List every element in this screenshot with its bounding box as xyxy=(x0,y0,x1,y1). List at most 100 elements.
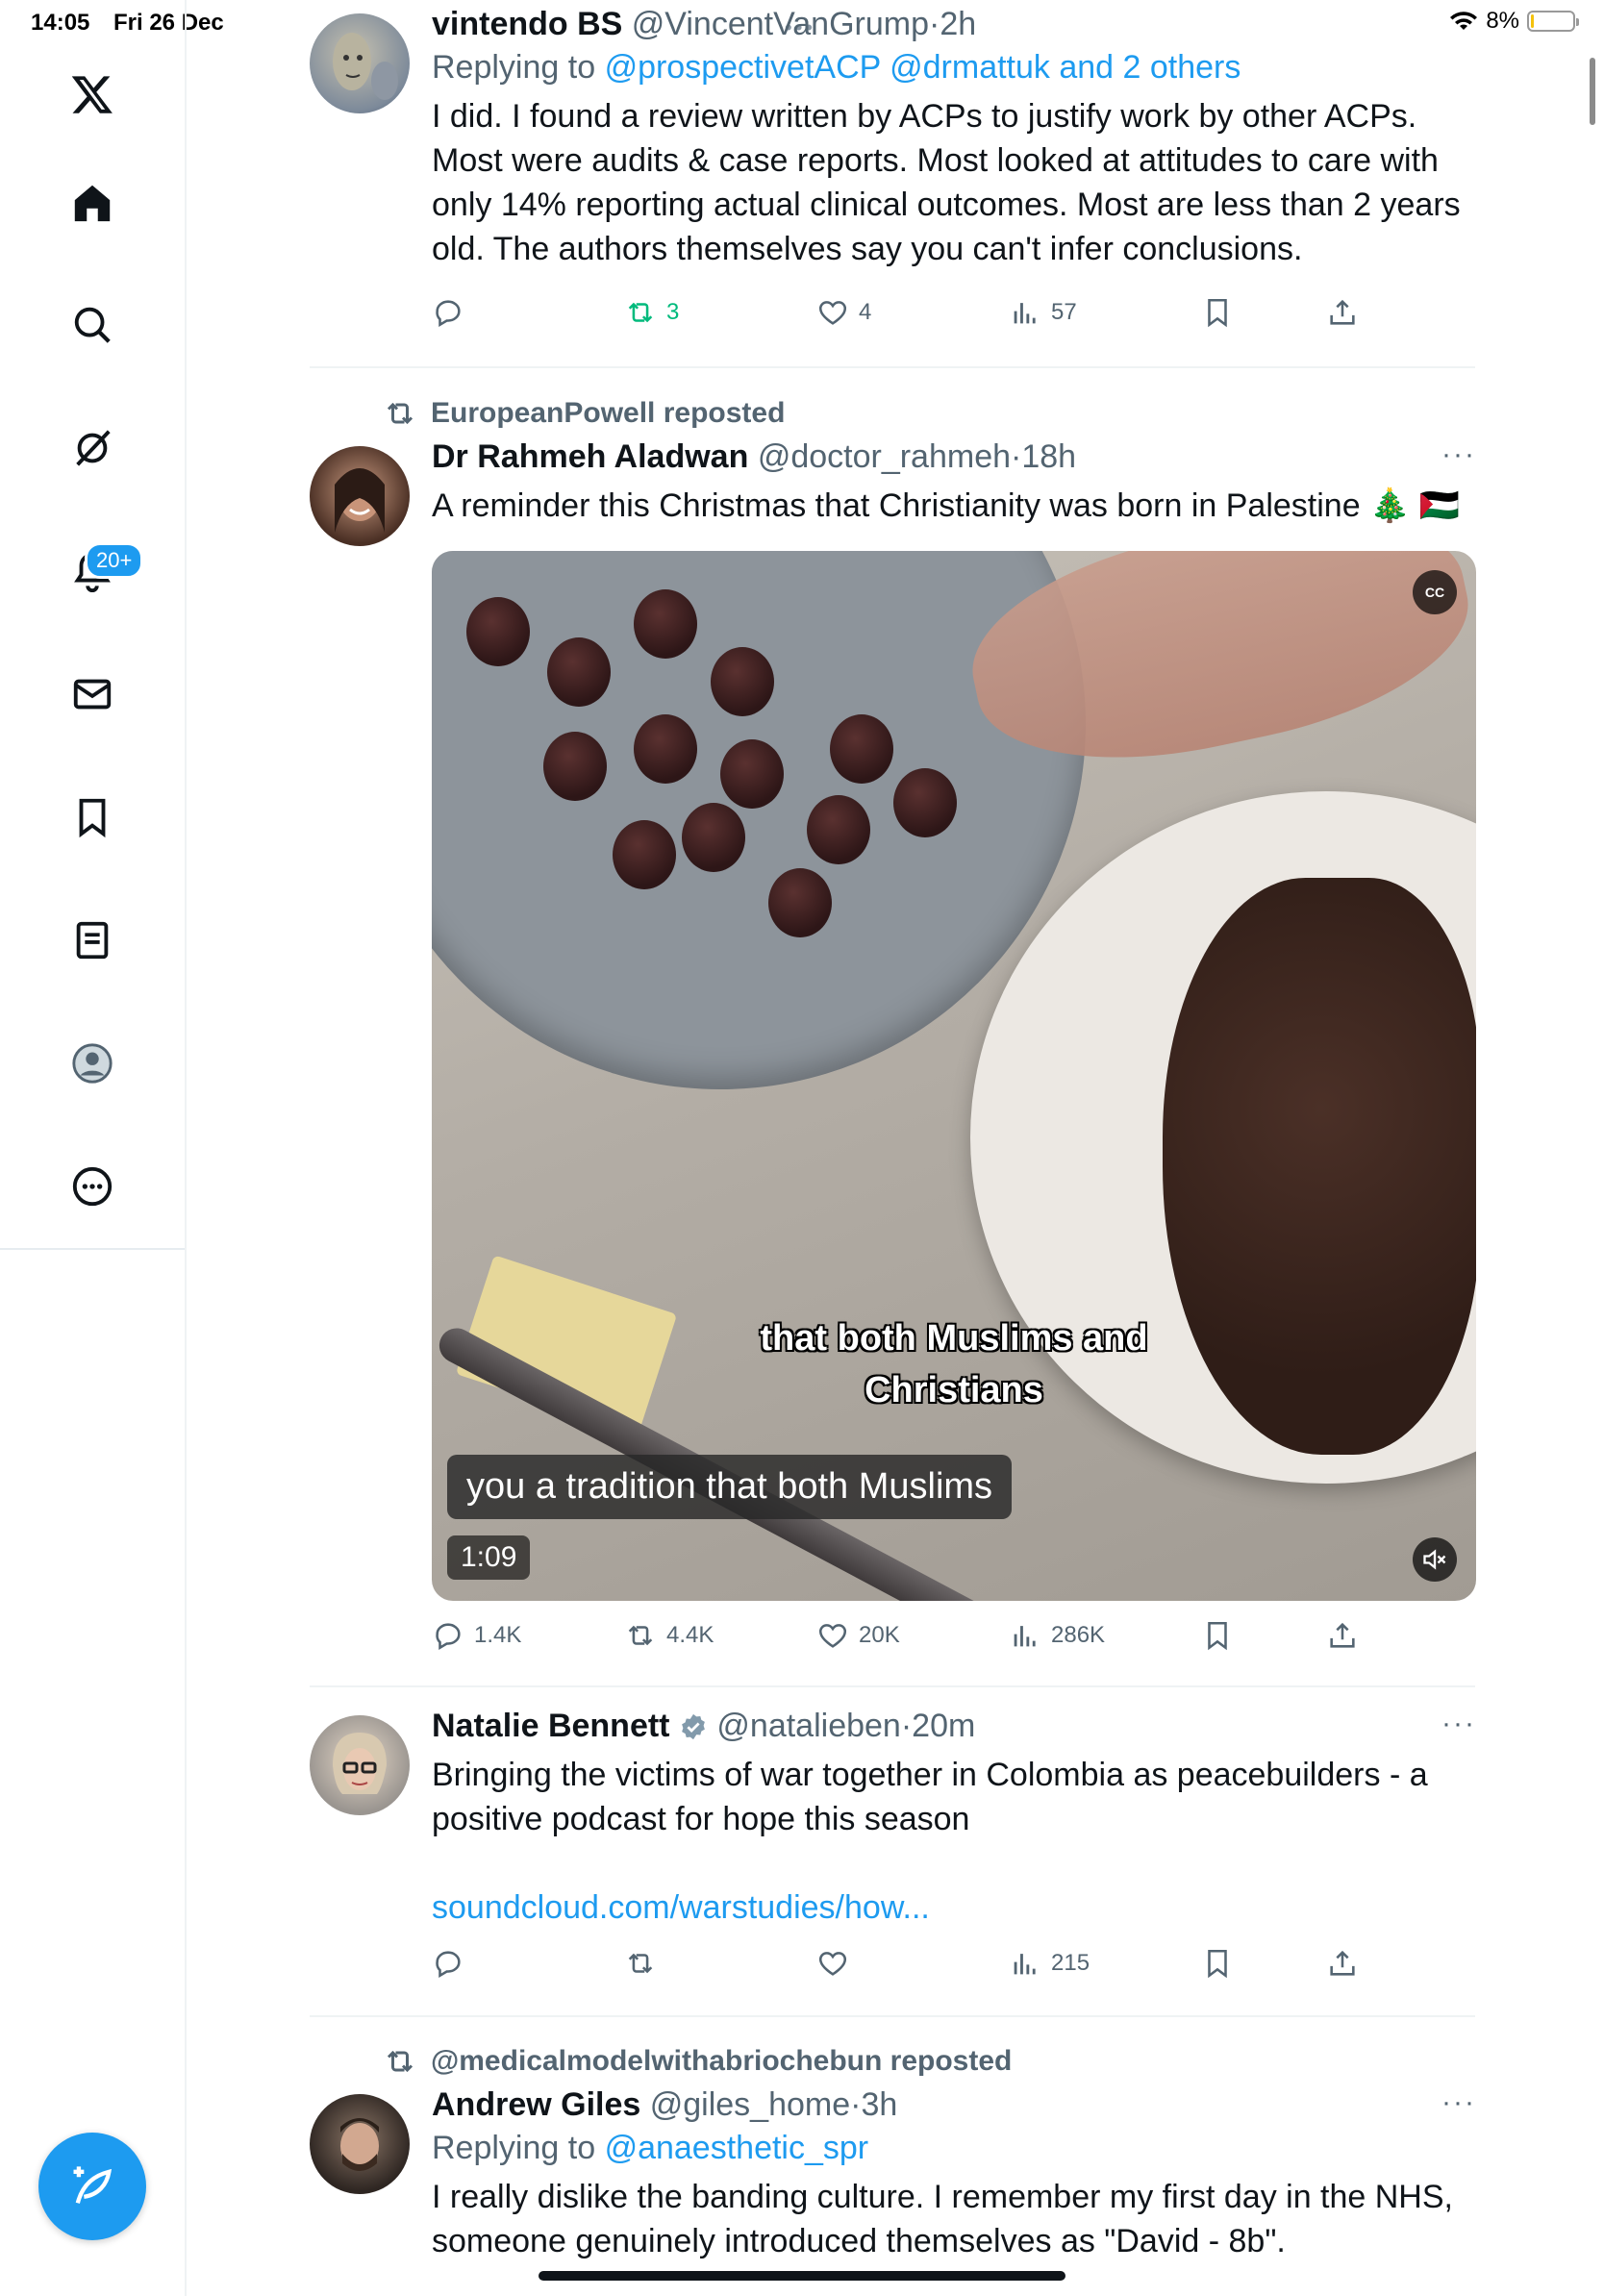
repost-by-label: EuropeanPowell reposted xyxy=(431,397,786,429)
share-button[interactable] xyxy=(1326,296,1359,329)
heart-icon xyxy=(818,301,847,325)
repost-count: 3 xyxy=(666,299,680,325)
compose-icon xyxy=(73,2166,113,2204)
reply-icon xyxy=(436,300,461,328)
repost-context[interactable]: @medicalmodelwithabriochebun reposted xyxy=(383,2044,1012,2079)
more-options-button[interactable]: ··· xyxy=(1441,1708,1476,1740)
post-time[interactable]: 3h xyxy=(861,2086,897,2123)
repost-by-label: @medicalmodelwithabriochebun reposted xyxy=(431,2045,1013,2077)
search-icon[interactable] xyxy=(58,290,127,360)
x-logo-icon[interactable] xyxy=(58,60,127,129)
bookmark-button[interactable] xyxy=(1201,296,1234,329)
separator: · xyxy=(1011,438,1022,475)
speaker-muted-icon xyxy=(1423,1549,1446,1570)
reply-to-link[interactable]: @prospectivetACP @drmattuk and 2 others xyxy=(605,49,1241,86)
home-icon[interactable] xyxy=(58,168,127,237)
repost-icon xyxy=(628,302,653,323)
list-icon[interactable] xyxy=(58,906,127,975)
mute-button[interactable] xyxy=(1413,1537,1457,1582)
profile-icon[interactable] xyxy=(58,1029,127,1098)
author-name[interactable]: vintendo BS xyxy=(432,6,622,42)
tweet-1[interactable]: vintendo BS @VincentVanGrump·2h Replying… xyxy=(432,6,1476,338)
like-button[interactable]: 20K xyxy=(816,1619,900,1652)
bookmark-icon[interactable] xyxy=(58,783,127,852)
share-icon xyxy=(1330,1622,1355,1648)
like-button[interactable] xyxy=(816,1947,859,1980)
author-handle[interactable]: @doctor_rahmeh xyxy=(758,438,1011,475)
views-button[interactable]: 215 xyxy=(1009,1947,1090,1980)
battery-percent: 8% xyxy=(1486,8,1519,34)
heart-icon xyxy=(818,1624,847,1648)
tweet-2[interactable]: Dr Rahmeh Aladwan @doctor_rahmeh·18h ···… xyxy=(432,438,1476,528)
divider xyxy=(310,1685,1475,1687)
video-duration: 1:09 xyxy=(447,1535,531,1580)
separator: · xyxy=(928,6,940,42)
bookmark-icon xyxy=(1208,298,1227,328)
views-button[interactable]: 57 xyxy=(1009,296,1077,329)
like-count: 20K xyxy=(859,1622,900,1648)
tweet-link[interactable]: soundcloud.com/warstudies/how... xyxy=(432,1885,1476,1930)
notification-badge: 20+ xyxy=(85,542,144,579)
avatar[interactable] xyxy=(310,13,410,113)
avatar[interactable] xyxy=(310,1715,410,1815)
sidebar-divider xyxy=(0,1248,185,1250)
reply-button[interactable] xyxy=(432,296,474,329)
replying-to-label: Replying to xyxy=(432,2130,596,2166)
reply-button[interactable] xyxy=(432,1947,474,1980)
avatar[interactable] xyxy=(310,2094,410,2194)
views-count: 286K xyxy=(1051,1622,1106,1648)
author-handle[interactable]: @natalieben xyxy=(716,1708,900,1744)
like-count: 4 xyxy=(859,299,872,325)
sidebar: 20+ xyxy=(0,0,187,2296)
avatar[interactable] xyxy=(310,446,410,546)
repost-icon xyxy=(387,402,414,425)
views-icon xyxy=(1014,303,1036,324)
reply-to-link[interactable]: @anaesthetic_spr xyxy=(605,2130,869,2166)
tweet-3[interactable]: Natalie Bennett @natalieben·20m ··· Brin… xyxy=(432,1708,1476,1989)
repost-icon xyxy=(387,2050,414,2073)
heart-icon xyxy=(818,1952,847,1976)
separator: · xyxy=(850,2086,862,2123)
author-name[interactable]: Natalie Bennett xyxy=(432,1708,670,1744)
reply-button[interactable]: 1.4K xyxy=(432,1619,521,1652)
scrollbar[interactable] xyxy=(1590,58,1595,125)
post-time[interactable]: 2h xyxy=(940,6,976,42)
action-bar: 215 xyxy=(432,1947,1476,1989)
share-button[interactable] xyxy=(1326,1619,1359,1652)
author-handle[interactable]: @giles_home xyxy=(650,2086,850,2123)
repost-button[interactable] xyxy=(624,1947,666,1980)
reply-count: 1.4K xyxy=(474,1622,522,1648)
more-circle-icon[interactable] xyxy=(58,1152,127,1221)
author-handle[interactable]: @VincentVanGrump xyxy=(632,6,929,42)
bookmark-icon xyxy=(1208,1621,1227,1651)
divider xyxy=(310,366,1475,368)
repost-button[interactable]: 4.4K xyxy=(624,1619,714,1652)
closed-captions-button[interactable]: CC xyxy=(1413,570,1457,614)
tweet-text: Bringing the victims of war together in … xyxy=(432,1757,1428,1837)
author-name[interactable]: Andrew Giles xyxy=(432,2086,640,2123)
more-options-button[interactable]: ··· xyxy=(1441,2086,1476,2119)
divider xyxy=(310,2015,1475,2017)
grok-icon[interactable] xyxy=(58,413,127,483)
action-bar: 3 4 57 xyxy=(432,296,1476,338)
video-player[interactable]: that both Muslims and Christians you a t… xyxy=(432,551,1476,1601)
compose-button[interactable] xyxy=(38,2133,146,2240)
bookmark-button[interactable] xyxy=(1201,1619,1234,1652)
views-button[interactable]: 286K xyxy=(1009,1619,1105,1652)
like-button[interactable]: 4 xyxy=(816,296,871,329)
share-icon xyxy=(1330,299,1355,325)
post-time[interactable]: 20m xyxy=(912,1708,975,1744)
more-options-button[interactable]: ··· xyxy=(1441,438,1476,471)
repost-context[interactable]: EuropeanPowell reposted xyxy=(383,396,785,431)
repost-count: 4.4K xyxy=(666,1622,714,1648)
bookmark-button[interactable] xyxy=(1201,1947,1234,1980)
author-name[interactable]: Dr Rahmeh Aladwan xyxy=(432,438,748,475)
reply-context: Replying to @anaesthetic_spr xyxy=(432,2130,1476,2167)
replying-to-label: Replying to xyxy=(432,49,596,86)
repost-button[interactable]: 3 xyxy=(624,296,679,329)
envelope-icon[interactable] xyxy=(58,660,127,729)
share-button[interactable] xyxy=(1326,1947,1359,1980)
tweet-4[interactable]: Andrew Giles @giles_home·3h ··· Replying… xyxy=(432,2086,1476,2263)
post-time[interactable]: 18h xyxy=(1021,438,1076,475)
home-indicator[interactable] xyxy=(539,2271,1065,2281)
